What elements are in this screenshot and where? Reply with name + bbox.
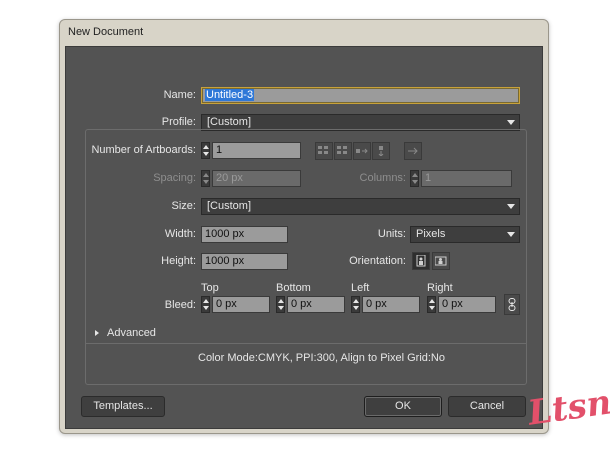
orientation-label: Orientation: (349, 255, 406, 267)
units-dropdown[interactable]: Pixels (410, 226, 520, 243)
ok-button[interactable]: OK (364, 396, 442, 417)
stepper-down-icon (278, 306, 284, 310)
columns-field: 1 (421, 170, 512, 187)
spacing-field: 20 px (212, 170, 301, 187)
landscape-icon[interactable] (432, 252, 450, 270)
bleed-left-stepper[interactable] (351, 296, 360, 313)
portrait-icon[interactable] (412, 252, 430, 270)
width-field[interactable]: 1000 px (201, 226, 288, 243)
columns-stepper (410, 170, 419, 187)
grid-by-row-icon[interactable] (315, 142, 333, 160)
spacing-label: Spacing: (153, 172, 196, 184)
advanced-label[interactable]: Advanced (107, 327, 156, 339)
width-label: Width: (164, 228, 196, 240)
stepper-up-icon (278, 299, 284, 303)
stepper-down-icon (203, 306, 209, 310)
stepper-up-icon (353, 299, 359, 303)
link-icon[interactable] (504, 294, 520, 315)
grid-by-column-icon[interactable] (334, 142, 352, 160)
stepper-up-icon (412, 173, 418, 177)
bleed-right-label: Right (427, 282, 453, 294)
bleed-bottom-stepper[interactable] (276, 296, 285, 313)
bleed-top-field[interactable]: 0 px (212, 296, 270, 313)
size-dropdown[interactable]: [Custom] (201, 198, 520, 215)
bleed-right-stepper[interactable] (427, 296, 436, 313)
window-title: New Document (68, 26, 144, 38)
bleed-bottom-field[interactable]: 0 px (287, 296, 345, 313)
advanced-separator (86, 343, 526, 344)
artboards-field[interactable]: 1 (212, 142, 301, 159)
chevron-down-icon (507, 204, 515, 209)
arrange-by-column-icon[interactable] (372, 142, 390, 160)
height-label: Height: (161, 255, 196, 267)
stepper-down-icon (412, 180, 418, 184)
chevron-down-icon (507, 232, 515, 237)
height-field[interactable]: 1000 px (201, 253, 288, 270)
dialog-client-area: Name: Untitled-3 Profile: [Custom] Numbe… (65, 46, 543, 429)
bleed-right-field[interactable]: 0 px (438, 296, 496, 313)
templates-button[interactable]: Templates... (81, 396, 165, 417)
bleed-bottom-label: Bottom (276, 282, 311, 294)
bleed-top-stepper[interactable] (201, 296, 210, 313)
stepper-up-icon (203, 299, 209, 303)
stepper-down-icon (203, 180, 209, 184)
name-value: Untitled-3 (205, 89, 255, 101)
arrange-by-row-icon[interactable] (353, 142, 371, 160)
name-field[interactable]: Untitled-3 (201, 87, 520, 104)
profile-label: Profile: (161, 116, 196, 128)
bleed-left-field[interactable]: 0 px (362, 296, 420, 313)
name-label: Name: (163, 89, 196, 101)
layout-direction-icon[interactable] (404, 142, 422, 160)
stepper-down-icon (353, 306, 359, 310)
stepper-up-icon (203, 173, 209, 177)
bleed-label: Bleed: (164, 299, 196, 311)
disclosure-triangle-icon[interactable] (95, 330, 99, 336)
units-value: Pixels (416, 228, 446, 240)
new-document-dialog: New Document Name: Untitled-3 Profile: [… (59, 19, 549, 434)
columns-label: Columns: (359, 172, 406, 184)
stepper-up-icon (429, 299, 435, 303)
stepper-down-icon (203, 152, 209, 156)
stepper-up-icon (203, 145, 209, 149)
artboards-stepper[interactable] (201, 142, 210, 159)
size-value: [Custom] (207, 200, 252, 212)
document-summary: Color Mode:CMYK, PPI:300, Align to Pixel… (198, 352, 445, 364)
bleed-top-label: Top (201, 282, 219, 294)
bleed-left-label: Left (351, 282, 370, 294)
cancel-button[interactable]: Cancel (448, 396, 526, 417)
profile-value: [Custom] (207, 116, 252, 128)
artboards-label: Number of Artboards: (91, 144, 196, 156)
chevron-down-icon (507, 120, 515, 125)
stepper-down-icon (429, 306, 435, 310)
size-label: Size: (171, 200, 196, 212)
spacing-stepper (201, 170, 210, 187)
units-label: Units: (377, 228, 406, 240)
